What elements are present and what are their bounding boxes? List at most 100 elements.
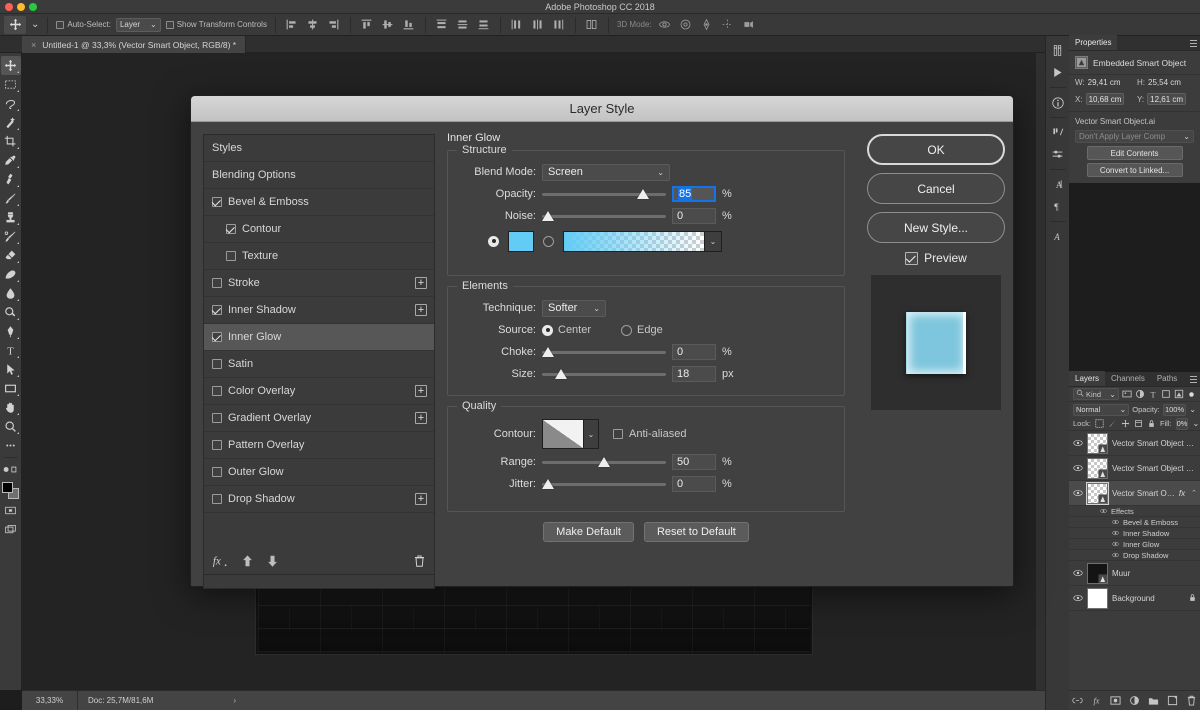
slide-3d-icon[interactable] (720, 17, 736, 33)
actions-icon[interactable] (1048, 62, 1068, 83)
y-value[interactable]: 12,61 cm (1147, 93, 1187, 105)
align-left-edges-icon[interactable] (284, 17, 300, 33)
size-input[interactable]: 18 (672, 366, 716, 382)
style-item-satin[interactable]: Satin (204, 351, 434, 378)
technique-dropdown[interactable]: Softer ⌄ (542, 299, 606, 317)
cancel-button[interactable]: Cancel (867, 173, 1005, 204)
layer-thumbnail[interactable] (1087, 587, 1108, 609)
layer-comp-dropdown[interactable]: Don't Apply Layer Comp ⌄ (1075, 130, 1194, 143)
fill-color-radio[interactable] (488, 235, 499, 247)
auto-select-option[interactable]: Auto-Select: (56, 20, 111, 29)
align-top-edges-icon[interactable] (359, 17, 375, 33)
style-checkbox[interactable] (226, 251, 236, 261)
eye-icon[interactable] (1072, 464, 1083, 472)
style-item-inner-shadow[interactable]: Inner Shadow + (204, 297, 434, 324)
style-item-bevel-emboss[interactable]: Bevel & Emboss (204, 189, 434, 216)
slider-thumb[interactable] (555, 369, 568, 379)
chevron-down-icon[interactable]: ⌄ (1189, 405, 1196, 414)
eye-icon[interactable] (1111, 518, 1119, 526)
move-tool[interactable] (0, 56, 21, 75)
slider-thumb[interactable] (598, 457, 610, 467)
eye-icon[interactable] (1099, 507, 1107, 515)
style-checkbox[interactable] (226, 224, 236, 234)
source-edge-option[interactable]: Edge (621, 324, 663, 336)
effect-row[interactable]: Bevel & Emboss (1069, 517, 1200, 528)
style-checkbox[interactable] (212, 467, 222, 477)
style-checkbox[interactable] (212, 386, 222, 396)
crop-tool[interactable] (1, 132, 21, 151)
distribute-left-icon[interactable] (509, 17, 525, 33)
style-checkbox[interactable] (212, 494, 222, 504)
status-menu-arrow-icon[interactable]: › (233, 696, 236, 705)
type-tool[interactable]: T (1, 341, 21, 360)
tab-layers[interactable]: Layers (1069, 371, 1106, 386)
align-bottom-edges-icon[interactable] (401, 17, 417, 33)
auto-select-checkbox[interactable] (56, 20, 65, 29)
new-style-button[interactable]: New Style... (867, 212, 1005, 243)
style-item-gradient-overlay[interactable]: Gradient Overlay + (204, 405, 434, 432)
add-effect-icon[interactable]: + (415, 277, 427, 289)
style-checkbox[interactable] (212, 278, 222, 288)
chevron-down-icon[interactable]: ⌄ (705, 230, 722, 252)
hand-tool[interactable] (1, 398, 21, 417)
ok-button[interactable]: OK (867, 134, 1005, 165)
table-row[interactable]: Vector Smart Object fx ⌃ (1069, 481, 1200, 506)
align-right-edges-icon[interactable] (326, 17, 342, 33)
reset-to-default-button[interactable]: Reset to Default (643, 522, 749, 542)
quick-selection-tool[interactable] (1, 113, 21, 132)
source-center-option[interactable]: Center (542, 324, 591, 336)
filter-smart-object-icon[interactable] (1174, 389, 1184, 400)
layer-name[interactable]: Muur (1112, 569, 1197, 578)
eraser-tool[interactable] (1, 246, 21, 265)
layer-thumbnail[interactable] (1086, 481, 1109, 505)
move-down-icon[interactable] (266, 554, 279, 568)
dodge-tool[interactable] (1, 303, 21, 322)
lock-image-icon[interactable] (1108, 418, 1117, 429)
filter-shape-icon[interactable] (1161, 389, 1171, 400)
add-layer-style-icon[interactable]: fx (1091, 695, 1103, 707)
fx-icon[interactable]: fx (212, 554, 229, 568)
eye-icon[interactable] (1072, 439, 1083, 447)
slider-thumb[interactable] (542, 479, 554, 489)
style-item-color-overlay[interactable]: Color Overlay + (204, 378, 434, 405)
table-row[interactable]: Muur (1069, 561, 1200, 586)
quick-mask-icons[interactable] (1, 460, 21, 479)
blur-tool[interactable] (1, 284, 21, 303)
opacity-slider[interactable] (542, 187, 666, 201)
y-field[interactable]: Y: 12,61 cm (1137, 93, 1193, 105)
layer-thumbnail[interactable] (1087, 562, 1108, 584)
screen-mode-button[interactable] (1, 520, 21, 539)
range-input[interactable]: 50 (672, 454, 716, 470)
auto-select-scope-dropdown[interactable]: Layer ⌄ (115, 17, 161, 32)
effect-row[interactable]: Inner Shadow (1069, 528, 1200, 539)
opacity-value[interactable]: 100% (1162, 403, 1187, 416)
style-item-stroke[interactable]: Stroke + (204, 270, 434, 297)
noise-input[interactable]: 0 (672, 208, 716, 224)
source-edge-radio[interactable] (621, 324, 633, 336)
move-tool-icon[interactable] (4, 15, 26, 34)
anti-aliased-checkbox[interactable] (613, 429, 623, 439)
opacity-input[interactable]: 85 (672, 186, 716, 202)
distribute-right-icon[interactable] (551, 17, 567, 33)
adjustments-icon[interactable] (1048, 122, 1068, 143)
slider-thumb[interactable] (542, 347, 554, 357)
healing-brush-tool[interactable] (1, 170, 21, 189)
tab-paths[interactable]: Paths (1151, 371, 1183, 386)
size-slider[interactable] (542, 367, 666, 381)
slider-thumb[interactable] (637, 189, 650, 199)
add-layer-mask-icon[interactable] (1110, 695, 1122, 707)
new-adjustment-layer-icon[interactable] (1129, 695, 1141, 707)
auto-align-icon[interactable] (584, 17, 600, 33)
source-center-radio[interactable] (542, 324, 553, 336)
lock-all-icon[interactable] (1147, 418, 1156, 429)
range-slider[interactable] (542, 455, 666, 469)
info-icon[interactable] (1048, 92, 1068, 113)
add-effect-icon[interactable]: + (415, 385, 427, 397)
effect-row[interactable]: Inner Glow (1069, 539, 1200, 550)
brush-tool[interactable] (1, 189, 21, 208)
show-transform-checkbox[interactable] (165, 20, 174, 29)
filter-kind-dropdown[interactable]: Kind ⌄ (1073, 388, 1119, 400)
align-vertical-centers-icon[interactable] (380, 17, 396, 33)
lock-artboard-icon[interactable] (1134, 418, 1143, 429)
effects-group-row[interactable]: Effects (1069, 506, 1200, 517)
